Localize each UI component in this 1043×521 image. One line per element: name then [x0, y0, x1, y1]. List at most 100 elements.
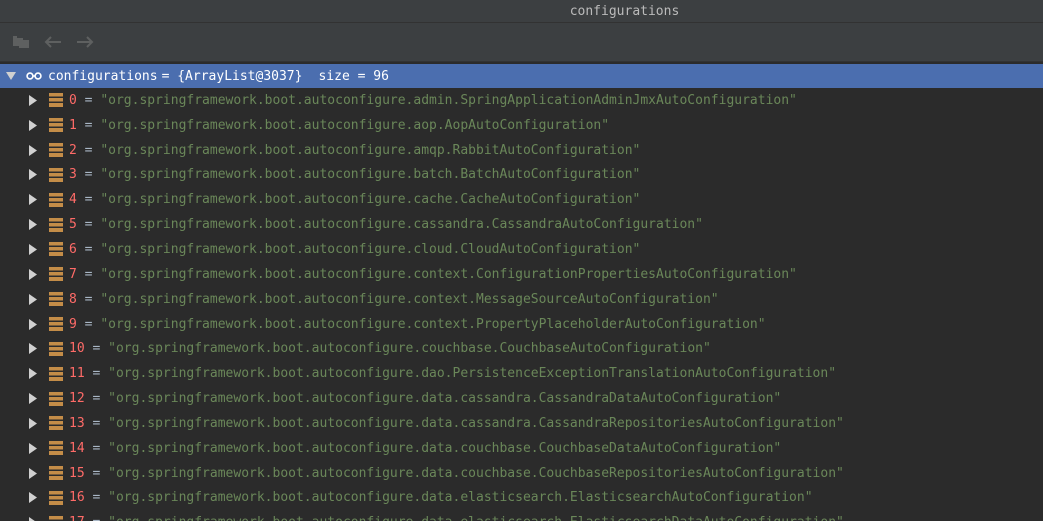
item-equals: =: [76, 192, 101, 208]
item-index: 15: [69, 465, 85, 481]
expand-arrow-icon[interactable]: [27, 94, 39, 106]
field-icon: [48, 217, 64, 233]
field-icon: [48, 515, 64, 521]
tree-item-row[interactable]: 12 = "org.springframework.boot.autoconfi…: [0, 386, 1043, 411]
item-equals: =: [76, 142, 101, 158]
item-equals: =: [76, 117, 101, 133]
expand-arrow-icon[interactable]: [27, 119, 39, 131]
tree-item-row[interactable]: 16 = "org.springframework.boot.autoconfi…: [0, 486, 1043, 511]
tree-item-row[interactable]: 10 = "org.springframework.boot.autoconfi…: [0, 336, 1043, 361]
item-index: 14: [69, 440, 85, 456]
item-equals: =: [76, 92, 101, 108]
field-icon: [48, 291, 64, 307]
item-index: 6: [69, 241, 77, 257]
window-title: configurations: [569, 3, 680, 19]
item-value: "org.springframework.boot.autoconfigure.…: [100, 117, 610, 133]
tree-item-row[interactable]: 13 = "org.springframework.boot.autoconfi…: [0, 411, 1043, 436]
field-icon: [48, 241, 64, 257]
item-index: 7: [69, 266, 77, 282]
expand-arrow-icon[interactable]: [27, 318, 39, 330]
expand-arrow-icon[interactable]: [27, 368, 39, 380]
item-index: 0: [69, 92, 77, 108]
item-equals: =: [76, 217, 101, 233]
field-icon: [48, 167, 64, 183]
root-size: size = 96: [318, 68, 389, 84]
item-value: "org.springframework.boot.autoconfigure.…: [108, 515, 844, 521]
tree-item-row[interactable]: 5 = "org.springframework.boot.autoconfig…: [0, 212, 1043, 237]
item-index: 10: [69, 341, 85, 357]
item-value: "org.springframework.boot.autoconfigure.…: [100, 167, 641, 183]
back-arrow-icon[interactable]: [42, 31, 64, 53]
expand-arrow-icon[interactable]: [27, 268, 39, 280]
item-index: 11: [69, 366, 85, 382]
item-equals: =: [84, 415, 109, 431]
expand-arrow-icon[interactable]: [27, 169, 39, 181]
item-value: "org.springframework.boot.autoconfigure.…: [100, 142, 641, 158]
expand-arrow-icon[interactable]: [27, 194, 39, 206]
tree-item-row[interactable]: 8 = "org.springframework.boot.autoconfig…: [0, 287, 1043, 312]
item-equals: =: [85, 515, 108, 521]
collapse-arrow-icon[interactable]: [5, 70, 17, 82]
tree-item-row[interactable]: 1 = "org.springframework.boot.autoconfig…: [0, 113, 1043, 138]
tree-item-row[interactable]: 3 = "org.springframework.boot.autoconfig…: [0, 163, 1043, 188]
item-value: "org.springframework.boot.autoconfigure.…: [108, 490, 813, 506]
variables-tree: configurations = {ArrayList@3037} size =…: [0, 64, 1043, 521]
item-value: "org.springframework.boot.autoconfigure.…: [108, 440, 782, 456]
item-index: 4: [69, 192, 77, 208]
tree-item-row[interactable]: 9 = "org.springframework.boot.autoconfig…: [0, 312, 1043, 337]
item-index: 12: [69, 391, 85, 407]
item-value: "org.springframework.boot.autoconfigure.…: [100, 192, 641, 208]
field-icon: [48, 391, 64, 407]
item-index: 8: [69, 291, 77, 307]
item-equals: =: [76, 241, 101, 257]
item-value: "org.springframework.boot.autoconfigure.…: [100, 217, 703, 233]
forward-arrow-icon[interactable]: [74, 31, 96, 53]
field-icon: [48, 266, 64, 282]
expand-arrow-icon[interactable]: [27, 343, 39, 355]
item-equals: =: [84, 440, 109, 456]
item-index: 16: [69, 490, 85, 506]
tree-item-row[interactable]: 14 = "org.springframework.boot.autoconfi…: [0, 436, 1043, 461]
expand-arrow-icon[interactable]: [27, 144, 39, 156]
tree-item-row[interactable]: 17 = "org.springframework.boot.autoconfi…: [0, 510, 1043, 521]
field-icon: [48, 366, 64, 382]
item-equals: =: [76, 167, 101, 183]
expand-arrow-icon[interactable]: [27, 442, 39, 454]
item-index: 3: [69, 167, 77, 183]
tree-item-row[interactable]: 4 = "org.springframework.boot.autoconfig…: [0, 187, 1043, 212]
item-value: "org.springframework.boot.autoconfigure.…: [100, 92, 797, 108]
item-equals: =: [84, 490, 109, 506]
watch-glasses-icon: [26, 68, 42, 84]
folder-icon[interactable]: [10, 31, 32, 53]
expand-arrow-icon[interactable]: [27, 492, 39, 504]
toolbar: [0, 23, 1043, 62]
tree-root-row[interactable]: configurations = {ArrayList@3037} size =…: [0, 64, 1043, 88]
item-index: 13: [69, 415, 85, 431]
expand-arrow-icon[interactable]: [27, 517, 39, 521]
tree-item-row[interactable]: 15 = "org.springframework.boot.autoconfi…: [0, 461, 1043, 486]
item-equals: =: [84, 391, 109, 407]
expand-arrow-icon[interactable]: [27, 293, 39, 305]
expand-arrow-icon[interactable]: [27, 243, 39, 255]
title-bar: configurations: [0, 0, 1043, 23]
item-index: 1: [69, 117, 77, 133]
expand-arrow-icon[interactable]: [27, 393, 39, 405]
field-icon: [48, 142, 64, 158]
tree-item-row[interactable]: 0 = "org.springframework.boot.autoconfig…: [0, 88, 1043, 113]
item-value: "org.springframework.boot.autoconfigure.…: [100, 266, 797, 282]
tree-item-row[interactable]: 2 = "org.springframework.boot.autoconfig…: [0, 138, 1043, 163]
field-icon: [48, 117, 64, 133]
expand-arrow-icon[interactable]: [27, 219, 39, 231]
tree-item-row[interactable]: 11 = "org.springframework.boot.autoconfi…: [0, 361, 1043, 386]
field-icon: [48, 192, 64, 208]
tree-item-row[interactable]: 6 = "org.springframework.boot.autoconfig…: [0, 237, 1043, 262]
field-icon: [48, 415, 64, 431]
item-equals: =: [84, 366, 109, 382]
field-icon: [48, 341, 64, 357]
item-value: "org.springframework.boot.autoconfigure.…: [108, 341, 711, 357]
field-icon: [48, 316, 64, 332]
expand-arrow-icon[interactable]: [27, 467, 39, 479]
item-value: "org.springframework.boot.autoconfigure.…: [108, 366, 837, 382]
tree-item-row[interactable]: 7 = "org.springframework.boot.autoconfig…: [0, 262, 1043, 287]
expand-arrow-icon[interactable]: [27, 417, 39, 429]
